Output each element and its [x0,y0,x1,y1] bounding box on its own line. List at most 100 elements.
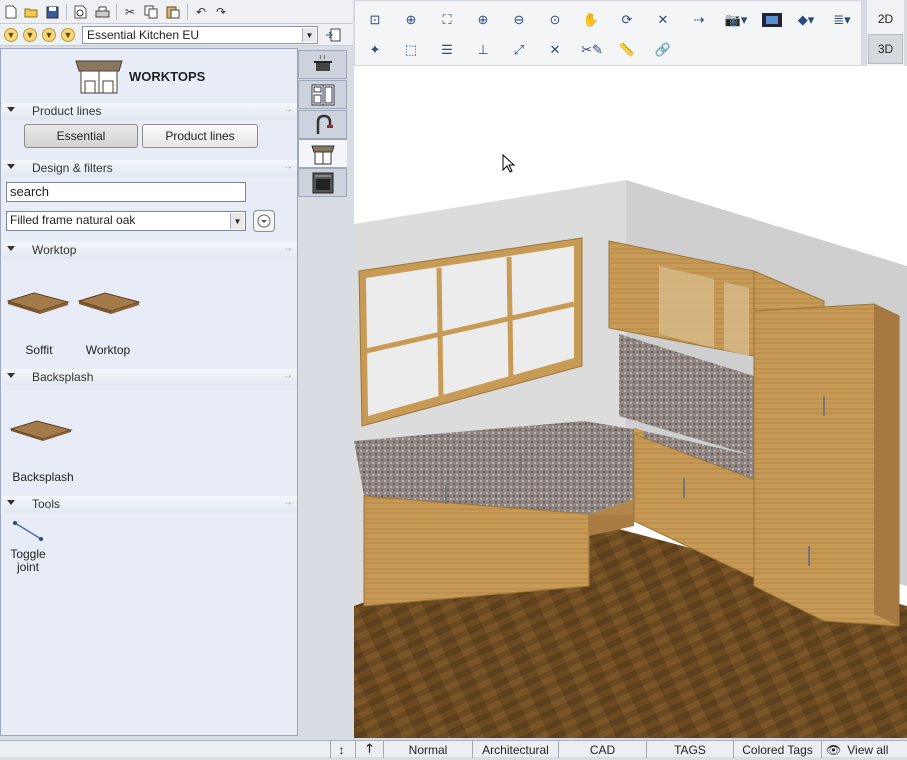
catalog-down-icon[interactable]: ▼ [4,28,18,42]
tab-worktops[interactable] [298,139,347,168]
chevron-right-icon: → [283,370,293,381]
filter-select[interactable]: Filled frame natural oak ▼ [6,211,246,231]
tab-cabinets[interactable] [298,80,347,109]
paste-icon[interactable] [164,3,182,21]
tab-cooking[interactable] [298,50,347,79]
resize-vertical-icon[interactable]: ↕ [330,741,352,758]
section-product-lines[interactable]: Product lines → [2,103,297,120]
catalog-down-icon[interactable]: ▼ [42,28,56,42]
toolbar-separator [187,4,188,20]
tab-appliances[interactable] [298,168,347,197]
tab-view-all[interactable]: 👁 View all [821,741,907,758]
magic-select-icon[interactable]: ✦ [365,40,385,60]
toolbar-separator [66,4,67,20]
open-icon[interactable] [22,3,40,21]
filter-options-button[interactable] [253,210,275,232]
ruler-icon[interactable]: 📏 [617,40,637,60]
pan-hand-icon[interactable]: ✋ [581,10,601,30]
scale-icon[interactable]: ⤢ [509,40,529,60]
catalog-down-icon[interactable]: ▼ [61,28,75,42]
cut-icon[interactable]: ✂ [121,3,139,21]
catalog-manager-icon[interactable] [324,26,342,44]
worktop-icon [73,57,125,95]
search-input[interactable]: search [6,182,246,202]
soffit-item[interactable] [6,287,70,317]
zoom-window-icon[interactable]: ⊙ [545,10,565,30]
catalog-down-icon[interactable]: ▼ [23,28,37,42]
chevron-down-icon[interactable]: ▼ [230,213,244,229]
main-toolbar: ✂ ↶ ↷ [0,0,353,24]
tab-tags[interactable]: TAGS [646,741,733,758]
select-rect-icon[interactable]: ⬚ [401,40,421,60]
render-film-icon[interactable] [760,10,784,30]
section-worktop[interactable]: Worktop → [2,242,297,259]
catalog-row: ▼ ▼ ▼ ▼ Essential Kitchen EU ▼ [0,24,353,46]
zoom-in-icon[interactable]: ⊕ [473,10,493,30]
collapse-icon [7,246,15,251]
new-icon[interactable] [2,3,20,21]
undo-icon[interactable]: ↶ [192,3,210,21]
zoom-out-icon[interactable]: ⊖ [509,10,529,30]
chevron-down-icon[interactable]: ▼ [302,28,316,42]
arrow-up-icon[interactable]: 🡑 [355,741,383,758]
redo-icon[interactable]: ↷ [212,3,230,21]
zoom-extents-icon[interactable]: ⛶ [437,10,457,30]
backsplash-icon [9,420,73,441]
pot-icon [313,54,332,71]
view-3d-button[interactable]: 3D [868,34,903,64]
walk-icon[interactable]: ⇢ [689,10,709,30]
toolbar-separator [116,4,117,20]
filter-select-value: Filled frame natural oak [10,213,136,227]
backsplash-item[interactable] [9,415,73,445]
worktop-item-icon [77,292,141,314]
worktop-tab-icon [311,145,335,164]
tab-faucets[interactable] [298,110,347,139]
toggle-joint-item[interactable] [11,519,45,543]
zoom-selection-icon[interactable]: ⊕ [401,10,421,30]
fit-view-icon[interactable]: ✕ [653,10,673,30]
chevron-right-icon: → [283,161,293,172]
camera-icon[interactable]: 📷▾ [721,10,751,30]
cabinet-icon [311,84,334,105]
worktop-label: Worktop [85,343,131,357]
kitchen-3d-render [354,180,907,738]
tab-cad[interactable]: CAD [558,741,646,758]
catalog-select[interactable]: Essential Kitchen EU ▼ [82,26,318,44]
cut-edit-icon[interactable]: ✂✎ [577,40,607,60]
mouse-cursor-icon [502,154,516,173]
toggle-joint-label: Toggle joint [10,547,46,574]
collapse-icon [7,373,15,378]
zoom-1-1-icon[interactable]: ⊡ [365,10,385,30]
toggle-joint-icon [13,521,43,541]
print-preview-icon[interactable] [71,3,89,21]
3d-viewport[interactable] [354,66,907,738]
product-lines-button[interactable]: Product lines [142,124,258,148]
backsplash-label: Backsplash [12,470,74,484]
tab-colored-tags[interactable]: Colored Tags [733,741,821,758]
view-toolbar: ⊡ ⊕ ⛶ ⊕ ⊖ ⊙ ✋ ⟳ ✕ ⇢ 📷▾ ◆▾ ≣▾ ✦ ⬚ ☰ ⊥ ⤢ ✕… [354,0,862,66]
essential-button[interactable]: Essential [24,124,138,148]
print-icon[interactable] [93,3,111,21]
measure-point-icon[interactable]: ⊥ [473,40,493,60]
copy-icon[interactable] [142,3,160,21]
section-tools[interactable]: Tools → [2,496,297,513]
tab-view-all-label: View all [847,742,889,757]
worktop-item[interactable] [77,287,141,317]
link-icon[interactable]: 🔗 [653,40,673,60]
section-backsplash[interactable]: Backsplash → [2,369,297,386]
tab-normal[interactable]: Normal [383,741,472,758]
tab-architectural[interactable]: Architectural [472,741,558,758]
collapse-icon [7,107,15,112]
select-list-icon[interactable]: ☰ [437,40,457,60]
view-2d-button[interactable]: 2D [868,4,903,34]
rotate-icon[interactable]: ⟳ [617,10,637,30]
chevron-right-icon: → [283,243,293,254]
catalog-select-value: Essential Kitchen EU [87,28,200,42]
chevron-right-icon: → [283,497,293,508]
section-design-filters[interactable]: Design & filters → [2,160,297,177]
layers-icon[interactable]: ≣▾ [827,10,857,30]
delete-icon[interactable]: ✕ [545,40,565,60]
oven-icon [312,172,333,193]
material-icon[interactable]: ◆▾ [791,10,821,30]
save-icon[interactable] [43,3,61,21]
